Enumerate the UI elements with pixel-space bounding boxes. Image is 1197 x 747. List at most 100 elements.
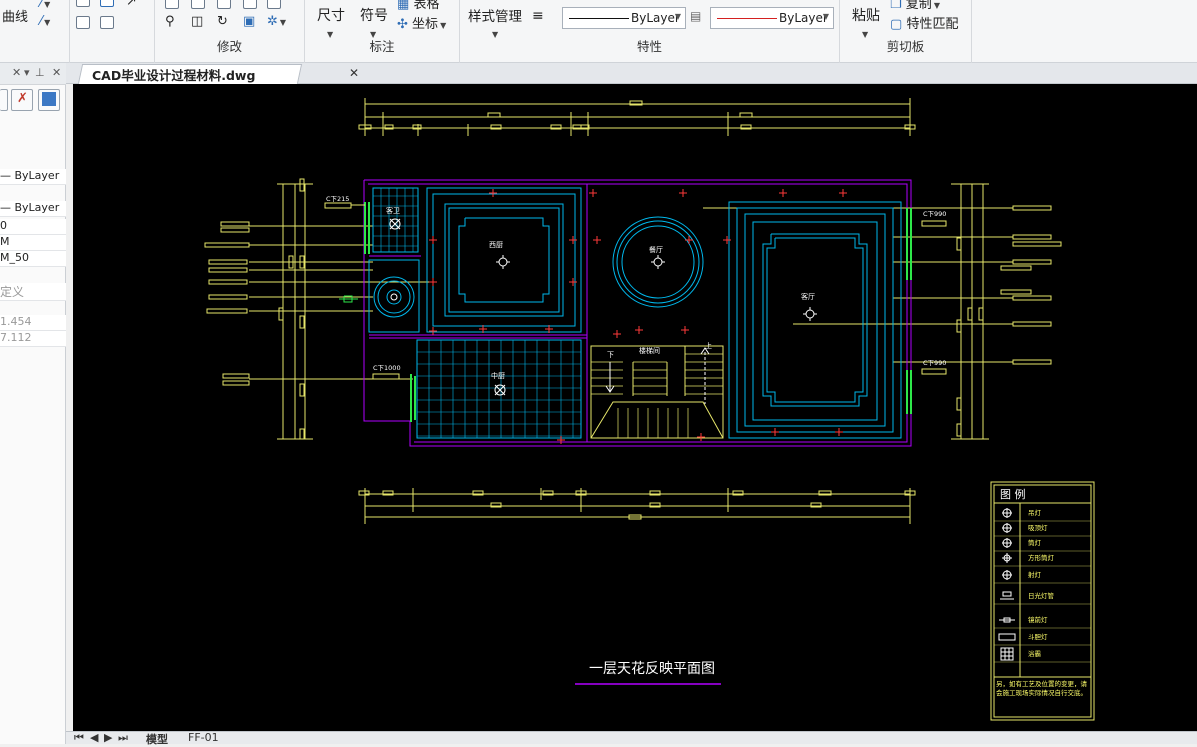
mirror-icon[interactable]: ⚲	[165, 14, 175, 29]
ceiling-note: C下990	[923, 359, 946, 367]
pick-icon[interactable]: ↗	[126, 0, 137, 9]
downlight-icon	[429, 327, 437, 335]
lineweight-icon[interactable]: ≡	[532, 8, 544, 24]
stair-up-label: 上	[705, 341, 712, 350]
living-ceiling	[728, 201, 902, 439]
downlight-icon	[489, 189, 497, 197]
top-dimensions	[358, 98, 916, 136]
downlight-icon	[697, 433, 705, 441]
last-tab-icon[interactable]: ⏭	[118, 731, 128, 745]
ribbon-group-annotate: 尺寸 ▼ 符号 ▼ ▦ 表格 ✣ 坐标 ▼ 标注	[305, 0, 460, 63]
palette-header: ✕ ▾ ⊥ ✕	[0, 63, 66, 85]
pendant-legend-icon	[1002, 508, 1012, 518]
coordinate-button[interactable]: ✣ 坐标 ▼	[397, 13, 446, 32]
tab-layout[interactable]: FF-01	[188, 731, 219, 744]
move-icon[interactable]	[165, 0, 179, 9]
color-value: ByLayer	[779, 11, 828, 25]
floor-plan-drawing: 客卫 西厨 餐厅 客厅 中厨 楼梯间 下 上 C下215 C下990 C下990…	[204, 98, 1095, 721]
heater-legend-icon	[1000, 647, 1014, 661]
trim-icon[interactable]	[191, 0, 205, 9]
stretch-icon[interactable]	[243, 0, 257, 9]
mirror-legend-icon	[999, 617, 1015, 623]
legend-note: 另，如有工艺及位置的变更，请会施工现场实际情况自行交底。	[996, 680, 1087, 697]
rotate-icon[interactable]: ↻	[217, 14, 228, 29]
property-row[interactable]: 7.112	[0, 331, 66, 347]
property-row[interactable]: M_50	[0, 251, 66, 267]
line-tool-icon[interactable]: ⁄ ▼	[40, 0, 50, 11]
symbol-label: 符号	[360, 8, 388, 24]
tab-model[interactable]: 模型	[146, 731, 168, 747]
match-props-label: 特性匹配	[906, 17, 959, 32]
quick-select-button[interactable]	[0, 89, 8, 111]
property-value: M	[0, 235, 10, 248]
legend-item-label: 镜前灯	[1028, 615, 1048, 624]
downlight-icon	[835, 428, 843, 436]
copy-button[interactable]: ❐ 复制 ▼	[890, 0, 940, 12]
left-dimensions	[204, 178, 433, 440]
downlight-icon	[635, 326, 643, 334]
ribbon-group-edit: ↗	[70, 0, 155, 63]
clipboard-group-label: 剪切板	[886, 39, 925, 54]
hatch-icon[interactable]	[76, 16, 90, 29]
table-button[interactable]: ▦ 表格	[397, 0, 439, 12]
palette-dropdown-icon[interactable]: ▾	[24, 66, 30, 79]
room-label-living: 客厅	[801, 292, 815, 301]
offset-icon[interactable]: ▣	[243, 14, 255, 29]
match-props-button[interactable]: ▢ 特性匹配	[890, 13, 958, 32]
ribbon: 曲线 ⁄ ▼ ⁄ ▼ ↗ ⚲ ◫ ↻ ▣ ✲ ▼ 修改 尺寸 ▼ 符号 ▼ ▦ 表格 ✣ …	[0, 0, 1197, 63]
property-value: 0	[0, 219, 7, 232]
legend-item-label: 吊灯	[1028, 508, 1042, 517]
dining-ceiling	[612, 216, 704, 308]
downlight-icon	[429, 278, 437, 286]
copy-object-icon[interactable]	[100, 0, 114, 7]
style-manager-label: 样式管理	[468, 9, 522, 25]
downlight-icon	[613, 330, 621, 338]
property-value: 定义	[0, 285, 25, 299]
linetype-value: ByLayer	[631, 11, 680, 25]
pin-icon[interactable]: ⊥	[35, 66, 45, 79]
color-select[interactable]: ByLayer ▼	[710, 7, 834, 29]
prev-tab-icon[interactable]: ◀	[90, 731, 98, 744]
curve-button[interactable]: 曲线	[2, 6, 28, 25]
living-pendant-icon	[803, 307, 817, 321]
coordinate-label: 坐标	[412, 17, 439, 32]
color-swatch-icon[interactable]: ▤	[690, 9, 701, 23]
property-lineweight-row[interactable]: — ByLayer	[0, 201, 66, 217]
close-icon[interactable]: ✕	[349, 66, 359, 80]
linetype-select[interactable]: ByLayer ▼	[562, 7, 686, 29]
fillet-icon[interactable]	[217, 0, 231, 9]
remove-selection-icon[interactable]: ✗	[11, 89, 33, 111]
legend-item-label: 浴霸	[1028, 649, 1041, 658]
property-row[interactable]: 1.454	[0, 315, 66, 331]
linetype-preview	[569, 18, 629, 19]
legend-item-label: 吸顶灯	[1028, 523, 1048, 532]
close-icon[interactable]: ✕	[52, 66, 61, 79]
legend-item-label: 射灯	[1028, 570, 1042, 579]
explode-icon[interactable]: ✲ ▼	[267, 14, 286, 29]
legend-item-label: 方形筒灯	[1028, 553, 1055, 562]
property-linetype-row[interactable]: — ByLayer	[0, 169, 66, 185]
property-row[interactable]: 定义	[0, 283, 66, 301]
room-label-dining: 餐厅	[649, 245, 663, 254]
select-objects-icon[interactable]	[38, 89, 60, 111]
polyline-tool-icon[interactable]: ⁄ ▼	[40, 14, 50, 29]
drawing-canvas[interactable]: 客卫 西厨 餐厅 客厅 中厨 楼梯间 下 上 C下215 C下990 C下990…	[73, 84, 1197, 731]
modify-group-label: 修改	[216, 39, 242, 54]
room-label-bath: 客卫	[386, 206, 400, 215]
scale-icon[interactable]: ◫	[191, 14, 203, 29]
erase-icon[interactable]	[267, 0, 281, 9]
downlight-icon	[679, 189, 687, 197]
array-icon[interactable]	[100, 16, 114, 29]
palette-close-left-icon[interactable]: ✕	[12, 66, 21, 79]
round-room-lamp-icon	[390, 293, 398, 301]
room-labels: 客卫 西厨 餐厅 客厅 中厨 楼梯间 下 上	[386, 206, 815, 380]
rectangle-icon[interactable]	[76, 0, 90, 7]
property-row[interactable]: M	[0, 235, 66, 251]
property-row[interactable]: 0	[0, 219, 66, 235]
downlight-icon	[771, 428, 779, 436]
next-tab-icon[interactable]: ▶	[104, 731, 112, 744]
property-value: 7.112	[0, 331, 32, 344]
first-tab-icon[interactable]: ⏮	[74, 731, 84, 745]
drawing-title: 一层天花反映平面图	[589, 661, 715, 677]
downlight-icon	[557, 436, 565, 444]
